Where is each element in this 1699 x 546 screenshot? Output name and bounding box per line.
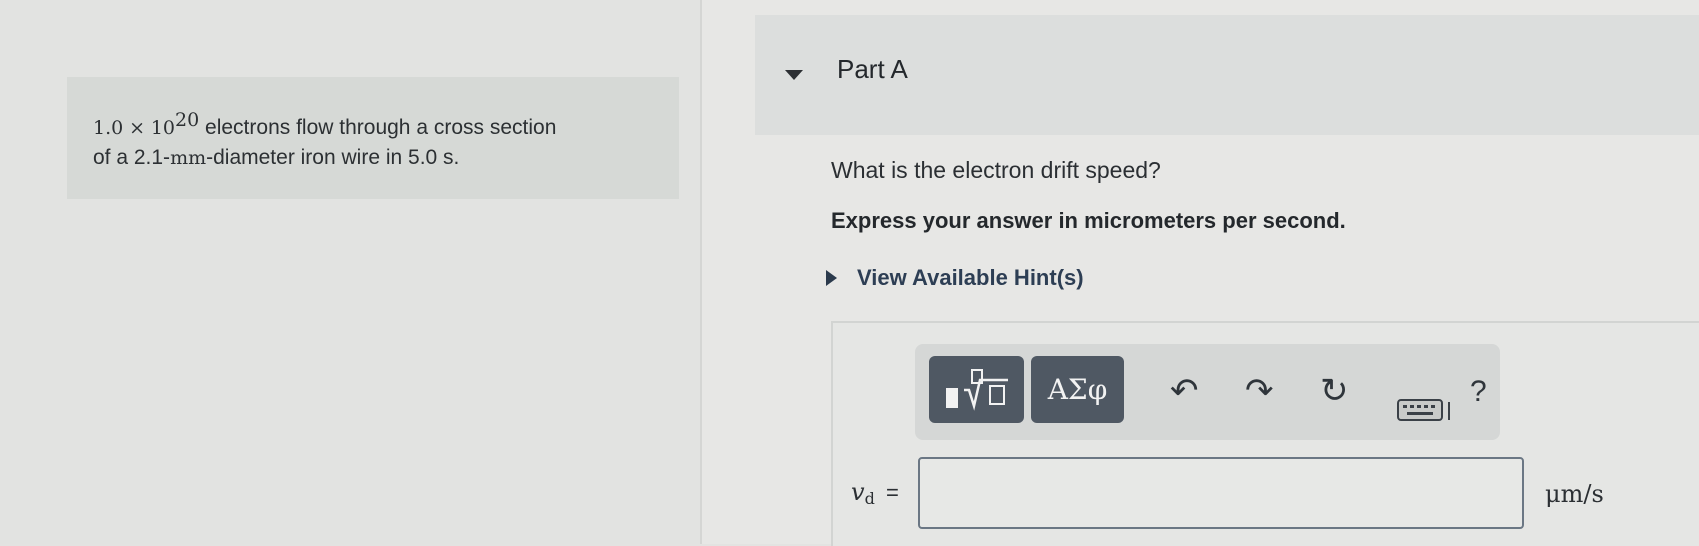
view-hints-toggle[interactable]: View Available Hint(s) [826, 265, 1084, 291]
equals-sign: = [886, 480, 899, 505]
problem-coefficient: 1.0 [93, 117, 124, 139]
hint-label: View Available Hint(s) [857, 265, 1084, 290]
variable-subscript: d [864, 489, 875, 508]
help-button[interactable]: ? [1470, 375, 1487, 409]
templates-icon [945, 368, 1008, 411]
keyboard-icon[interactable] [1397, 396, 1453, 430]
redo-icon[interactable]: ↷ [1245, 374, 1274, 408]
part-title: Part A [837, 54, 908, 84]
variable-symbol: v [851, 478, 865, 506]
templates-button[interactable] [929, 356, 1024, 423]
answer-input[interactable] [918, 457, 1524, 529]
problem-line2-text: -diameter iron wire in 5.0 s. [206, 146, 460, 169]
expand-caret-icon [826, 270, 837, 286]
keyboard-glyph [1397, 399, 1450, 421]
instruction-text: Express your answer in micrometers per s… [831, 208, 1346, 233]
symbols-button[interactable]: ΑΣφ [1031, 356, 1124, 423]
problem-line2-unit: mm [170, 147, 207, 169]
reset-icon[interactable]: ↻ [1320, 374, 1349, 408]
undo-icon[interactable]: ↶ [1170, 374, 1199, 408]
problem-statement: 1.0 × 1020 electrons flow through a cros… [93, 105, 673, 173]
math-toolbar: ΑΣφ ↶ ↷ ↻ ? [915, 344, 1500, 440]
collapse-caret-icon[interactable] [785, 70, 803, 80]
problem-line2-prefix: of a 2.1- [93, 146, 171, 169]
problem-base: 10 [150, 117, 176, 139]
question-text: What is the electron drift speed? [831, 157, 1161, 183]
answer-unit: μm/s [1545, 480, 1604, 508]
problem-line1-text: electrons flow through a cross section [199, 116, 557, 139]
problem-pane: 1.0 × 1020 electrons flow through a cros… [0, 0, 700, 544]
problem-statement-box: 1.0 × 1020 electrons flow through a cros… [67, 77, 679, 199]
times-symbol: × [129, 117, 145, 139]
answer-variable: vd [851, 478, 875, 508]
part-a-header[interactable]: Part A [755, 15, 1699, 135]
problem-exponent: 20 [175, 109, 200, 131]
